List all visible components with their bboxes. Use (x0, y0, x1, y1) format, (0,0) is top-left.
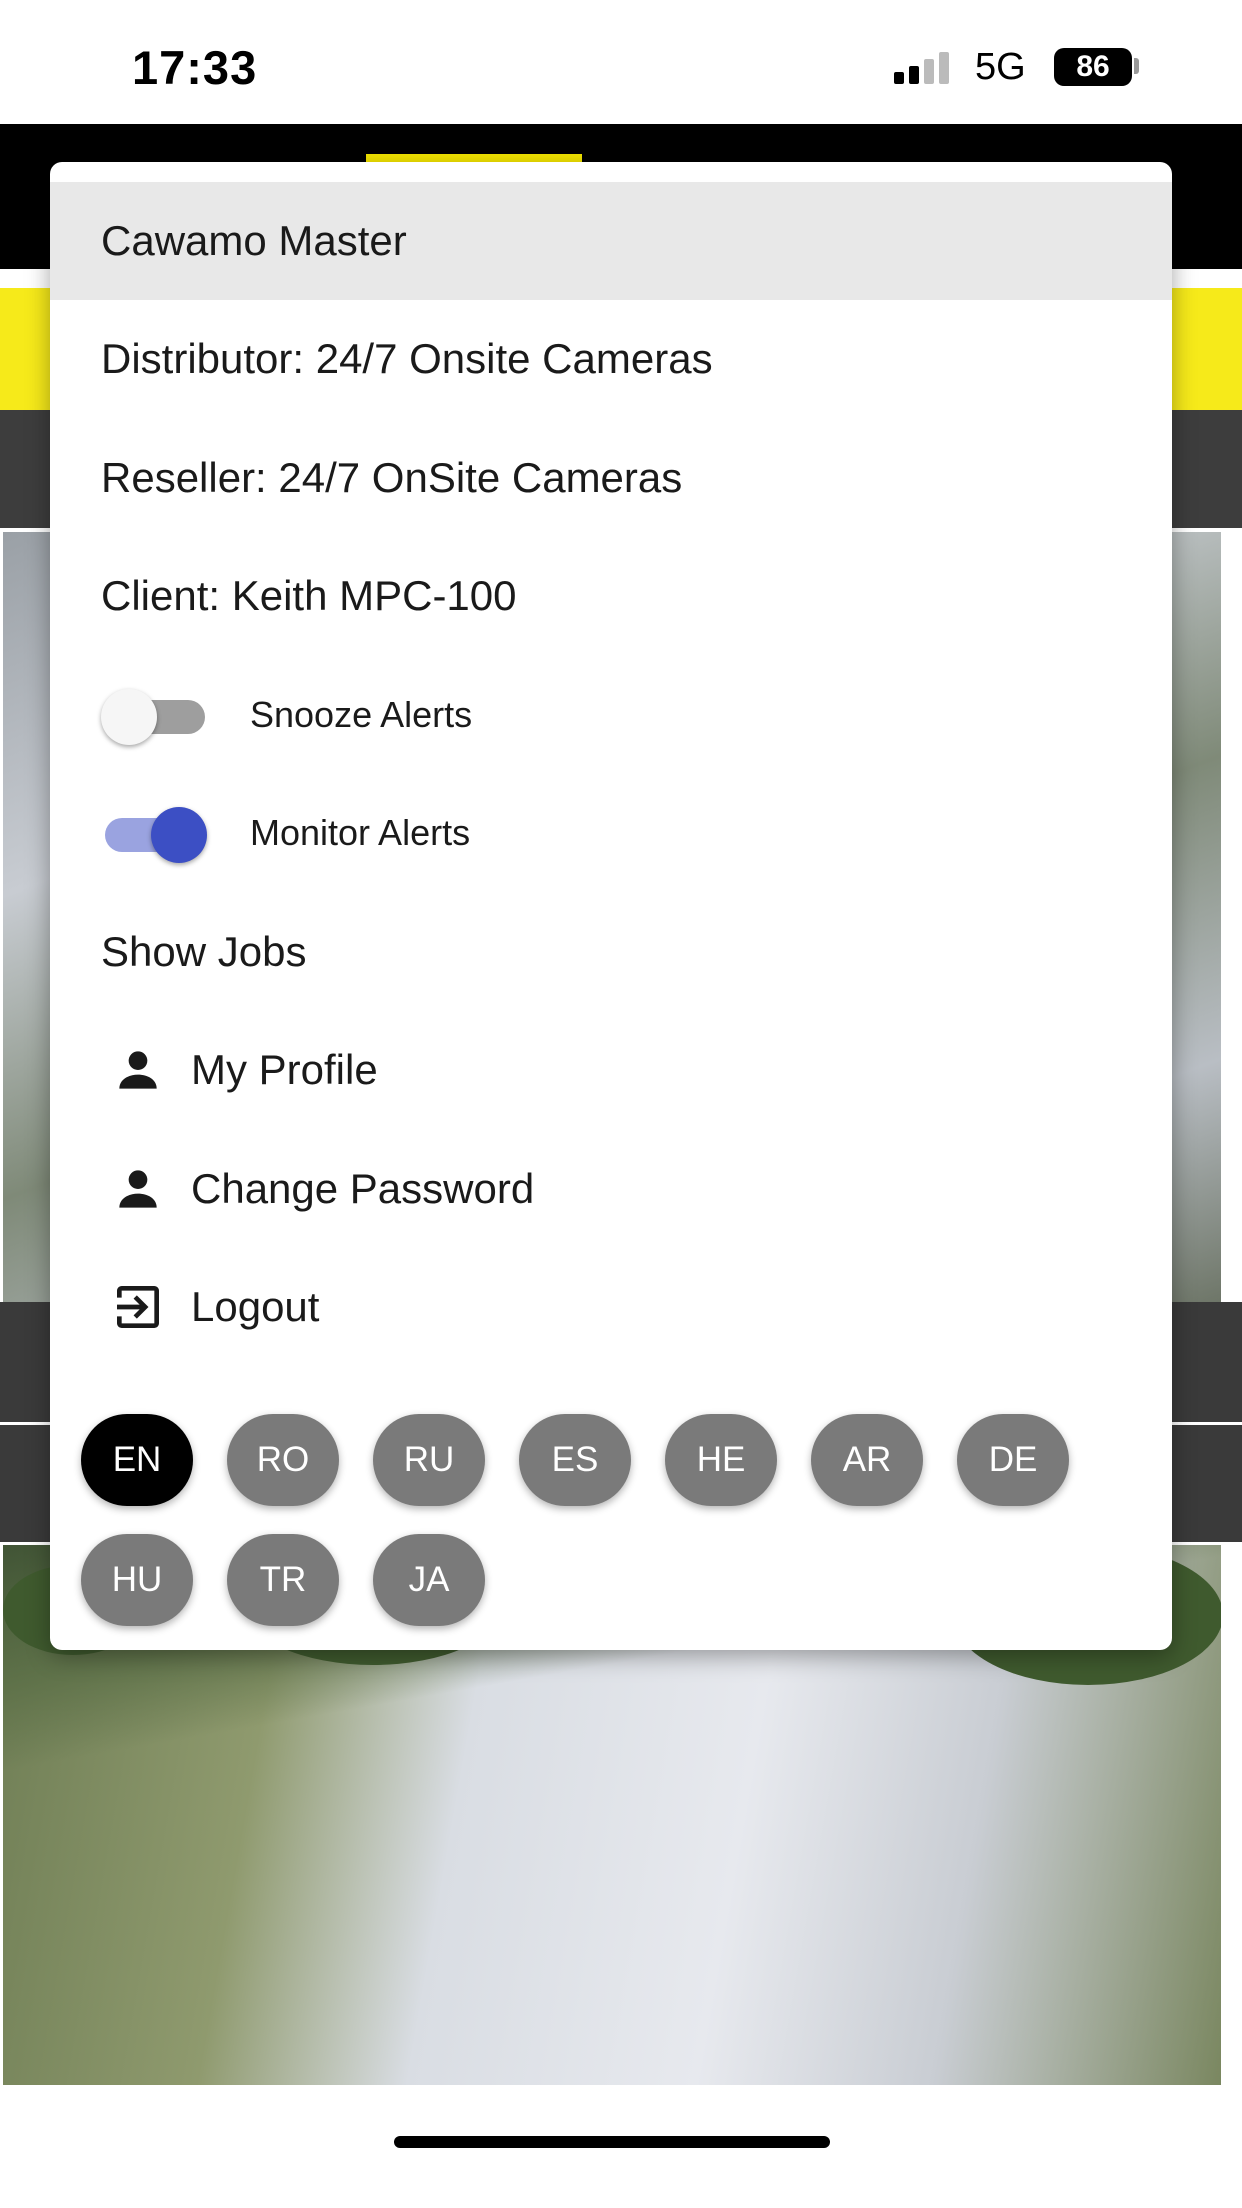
language-chip-tr[interactable]: TR (227, 1534, 339, 1626)
logout-icon (117, 1286, 159, 1328)
menu-item-monitor-alerts: Monitor Alerts (50, 774, 1172, 892)
client-label: Client: Keith MPC-100 (101, 572, 517, 619)
snooze-alerts-label: Snooze Alerts (250, 694, 473, 735)
status-bar: 17:33 5G 86 (0, 0, 1242, 124)
menu-item-distributor[interactable]: Distributor: 24/7 Onsite Cameras (50, 300, 1172, 418)
home-indicator[interactable] (394, 2136, 830, 2148)
my-profile-label: My Profile (191, 1046, 378, 1093)
language-chip-en[interactable]: EN (81, 1414, 193, 1506)
battery-tip (1134, 58, 1139, 74)
signal-icon (894, 52, 954, 84)
menu-item-account[interactable]: Cawamo Master (50, 182, 1172, 300)
menu-item-client[interactable]: Client: Keith MPC-100 (50, 537, 1172, 655)
network-type: 5G (975, 46, 1026, 88)
menu-item-snooze-alerts: Snooze Alerts (50, 656, 1172, 774)
menu-item-logout[interactable]: Logout (50, 1248, 1172, 1366)
menu-item-show-jobs[interactable]: Show Jobs (50, 893, 1172, 1011)
menu-item-change-password[interactable]: Change Password (50, 1130, 1172, 1248)
distributor-label: Distributor: 24/7 Onsite Cameras (101, 335, 713, 382)
language-chip-ja[interactable]: JA (373, 1534, 485, 1626)
battery-icon: 86 (1054, 48, 1132, 86)
reseller-label: Reseller: 24/7 OnSite Cameras (101, 454, 683, 501)
change-password-label: Change Password (191, 1165, 535, 1212)
language-chip-he[interactable]: HE (665, 1414, 777, 1506)
monitor-alerts-label: Monitor Alerts (250, 812, 471, 853)
person-icon (119, 1051, 157, 1089)
logout-label: Logout (191, 1283, 320, 1330)
language-chip-de[interactable]: DE (957, 1414, 1069, 1506)
monitor-alerts-toggle[interactable] (101, 805, 207, 863)
account-name: Cawamo Master (101, 217, 407, 264)
account-menu: Cawamo Master Distributor: 24/7 Onsite C… (50, 162, 1172, 1650)
status-time: 17:33 (132, 41, 258, 94)
language-chip-es[interactable]: ES (519, 1414, 631, 1506)
language-chip-ro[interactable]: RO (227, 1414, 339, 1506)
person-icon (119, 1170, 157, 1208)
toggle-thumb (151, 807, 207, 863)
menu-item-my-profile[interactable]: My Profile (50, 1011, 1172, 1129)
snooze-alerts-toggle[interactable] (101, 687, 207, 745)
toggle-thumb (101, 689, 157, 745)
language-chip-hu[interactable]: HU (81, 1534, 193, 1626)
language-chip-ar[interactable]: AR (811, 1414, 923, 1506)
language-chip-ru[interactable]: RU (373, 1414, 485, 1506)
show-jobs-label: Show Jobs (101, 928, 307, 975)
menu-item-reseller[interactable]: Reseller: 24/7 OnSite Cameras (50, 419, 1172, 537)
